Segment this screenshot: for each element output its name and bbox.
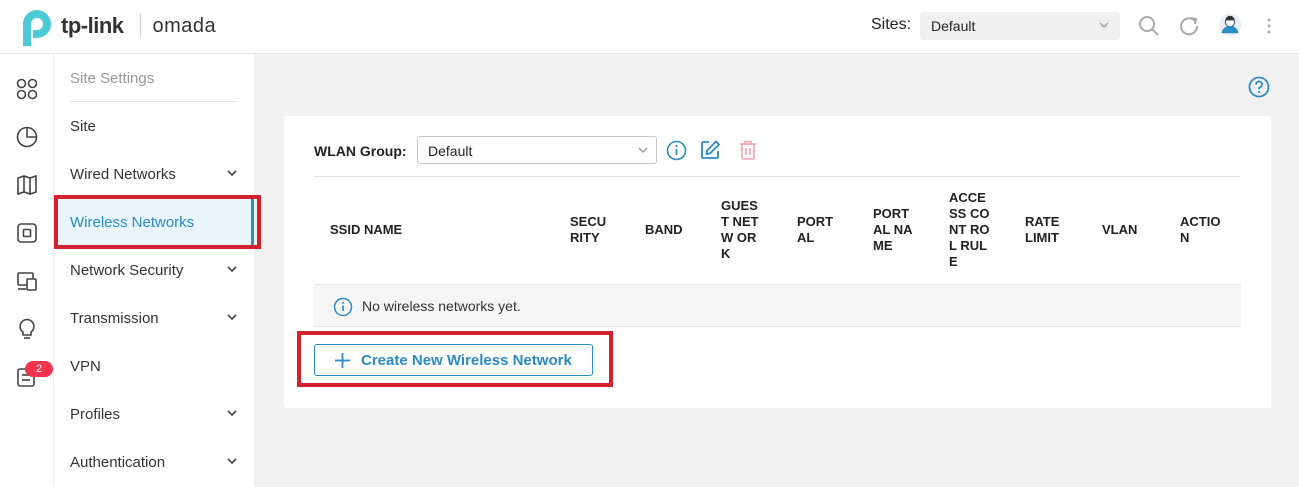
product-name: omada (152, 14, 217, 37)
sidebar-title: Site Settings (70, 70, 155, 87)
sidebar-item-transmission[interactable]: Transmission (54, 294, 254, 342)
chevron-down-icon (227, 410, 237, 417)
top-bar: tp-link omada Sites: Default (0, 0, 1299, 54)
empty-state-row: No wireless networks yet. (314, 284, 1241, 327)
sidebar-item-site[interactable]: Site (54, 102, 254, 150)
help-icon[interactable] (1248, 76, 1270, 98)
sidebar-item-label: Wireless Networks (70, 213, 195, 231)
info-icon[interactable] (664, 138, 688, 162)
create-button-label: Create New Wireless Network (361, 351, 572, 369)
sites-label: Sites: (871, 16, 912, 33)
brand-name: tp-link (61, 13, 124, 38)
column-header-rate-limit[interactable]: RATE LIMIT (1025, 214, 1069, 246)
sidebar-item-authentication[interactable]: Authentication (54, 438, 254, 486)
user-avatar-icon[interactable] (1218, 13, 1242, 37)
sidebar-item-label: Wired Networks (70, 165, 176, 183)
column-header-security[interactable]: SECU RITY (570, 214, 614, 246)
sidebar-item-label: Transmission (70, 309, 159, 327)
column-header-action[interactable]: ACTIO N (1180, 214, 1226, 246)
column-header-portal-name[interactable]: PORT AL NAME (873, 206, 917, 254)
sidebar-item-label: Network Security (70, 261, 184, 279)
chevron-down-icon (638, 147, 648, 153)
chevron-down-icon (227, 314, 237, 321)
table-top-border (314, 176, 1241, 177)
sidebar-item-label: VPN (70, 357, 101, 375)
column-header-band[interactable]: BAND (645, 222, 705, 238)
sidebar-item-label: Site (70, 117, 96, 135)
wlan-group-value: Default (428, 143, 473, 159)
search-icon[interactable] (1137, 14, 1161, 38)
refresh-icon[interactable] (1177, 14, 1201, 38)
clients-icon[interactable] (14, 268, 40, 294)
chevron-down-icon (227, 266, 237, 273)
insights-lightbulb-icon[interactable] (14, 316, 40, 342)
sidebar-item-profiles[interactable]: Profiles (54, 390, 254, 438)
notification-badge: 2 (25, 361, 53, 377)
chevron-down-icon (227, 170, 237, 177)
empty-state-message: No wireless networks yet. (362, 298, 521, 314)
sites-select-value: Default (931, 18, 976, 34)
sidebar-item-vpn[interactable]: VPN (54, 342, 254, 390)
tp-link-logo[interactable]: tp-link omada (17, 6, 216, 46)
sidebar-item-label: Authentication (70, 453, 166, 471)
column-header-access-control-rule[interactable]: ACCE SS CONT ROL RULE (949, 190, 993, 270)
delete-trash-icon[interactable] (736, 138, 760, 162)
chevron-down-icon (227, 458, 237, 465)
plus-icon (335, 353, 350, 368)
chevron-down-icon (1099, 22, 1109, 28)
column-header-vlan[interactable]: VLAN (1102, 222, 1162, 238)
icon-rail: 2 (0, 54, 54, 487)
sidebar-item-network-security[interactable]: Network Security (54, 246, 254, 294)
tp-link-logo-icon (23, 10, 51, 46)
sites-select[interactable]: Default (920, 12, 1120, 40)
info-icon (333, 297, 353, 317)
sidebar-item-wireless-networks[interactable]: Wireless Networks (54, 198, 254, 246)
column-header-guest-network[interactable]: GUES T NETW ORK (721, 198, 765, 262)
map-icon[interactable] (14, 172, 40, 198)
sidebar-item-wired-networks[interactable]: Wired Networks (54, 150, 254, 198)
logo-divider (139, 14, 141, 38)
devices-icon[interactable] (14, 220, 40, 246)
wireless-networks-card: WLAN Group: Default SSID NAME SECU RITY … (284, 116, 1271, 408)
column-header-portal[interactable]: PORT AL (797, 214, 841, 246)
create-wireless-network-button[interactable]: Create New Wireless Network (314, 344, 593, 376)
edit-icon[interactable] (698, 138, 722, 162)
wlan-group-select[interactable]: Default (417, 136, 657, 164)
wlan-group-label: WLAN Group: (314, 143, 407, 159)
column-header-ssid-name[interactable]: SSID NAME (330, 222, 450, 238)
sidebar-item-label: Profiles (70, 405, 121, 423)
statistics-icon[interactable] (14, 124, 40, 150)
site-settings-sidebar: Site Settings Site Wired Networks Wirele… (54, 54, 254, 487)
dashboard-icon[interactable] (14, 76, 40, 102)
more-menu-icon[interactable] (1257, 14, 1281, 38)
